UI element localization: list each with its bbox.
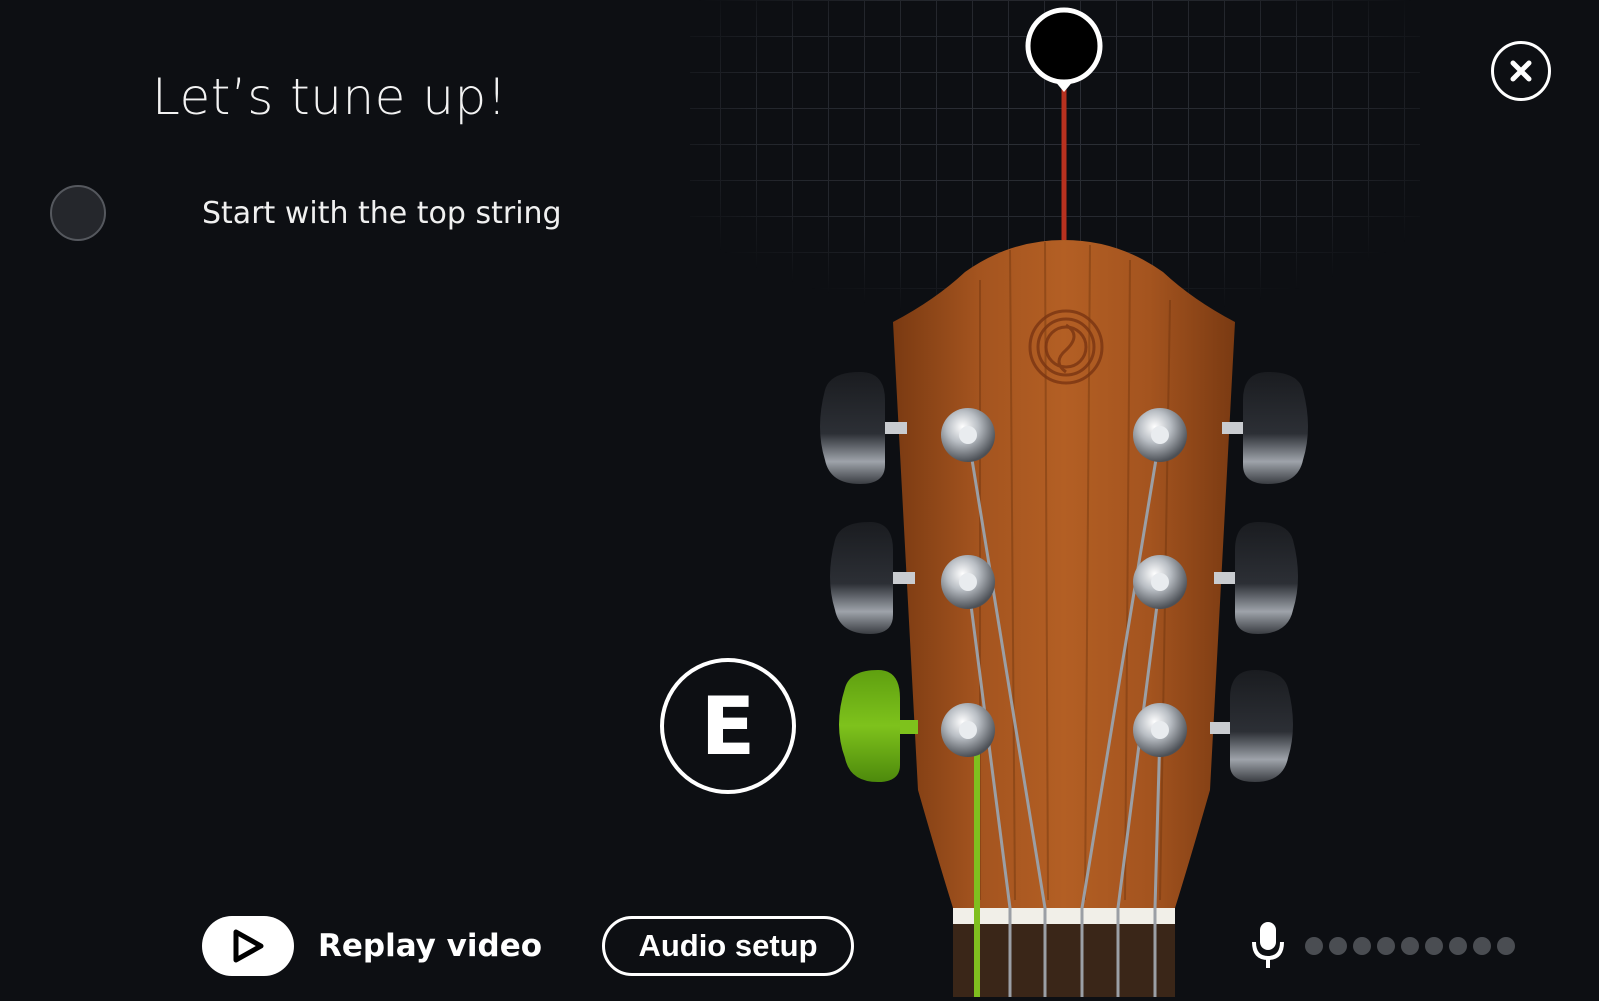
mic-level-dot [1305,937,1323,955]
audio-setup-button[interactable]: Audio setup [602,916,854,976]
mic-level-dot [1473,937,1491,955]
close-icon [1510,60,1532,82]
replay-video-button[interactable]: Replay video [202,916,542,976]
mic-level-meter [1305,937,1515,955]
current-note-indicator[interactable]: E [660,658,796,794]
pitch-indicator-knob [1025,7,1103,85]
step-item: Start with the top string [50,185,562,241]
page-title: Let’s tune up! [152,68,508,126]
step-status-circle [50,185,106,241]
tuning-key-right-bottom[interactable] [1210,670,1293,782]
replay-video-label: Replay video [318,928,543,964]
mic-level-dot [1401,937,1419,955]
mic-level-dot [1353,937,1371,955]
microphone-icon [1252,922,1284,968]
tuning-key-right-top[interactable] [1222,372,1308,484]
tuning-key-left-bottom-active[interactable] [839,670,918,782]
play-icon [233,929,264,963]
replay-play-pill[interactable] [202,916,294,976]
tuning-key-left-top[interactable] [820,372,907,484]
tuning-key-right-middle[interactable] [1214,522,1298,634]
mic-level-dot [1449,937,1467,955]
close-button[interactable] [1491,41,1551,101]
mic-level-dot [1497,937,1515,955]
mic-level-dot [1425,937,1443,955]
step-text: Start with the top string [202,195,562,231]
mic-level-dot [1377,937,1395,955]
tuning-key-left-middle[interactable] [830,522,915,634]
mic-level-dot [1329,937,1347,955]
tuner-stage [0,0,1599,997]
guitar-headstock-illustration [690,0,1420,997]
